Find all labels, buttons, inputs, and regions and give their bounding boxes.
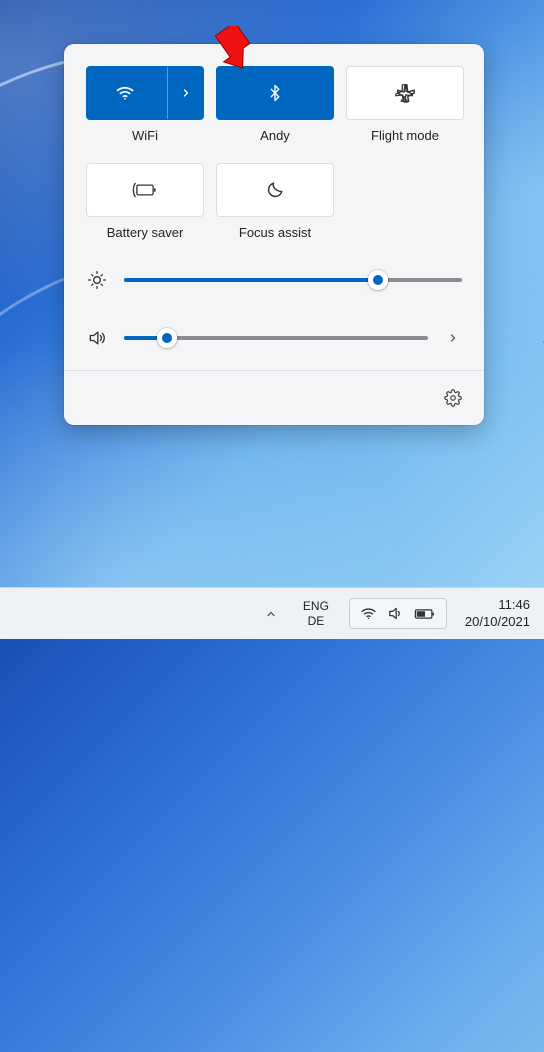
tile-row-1: WiFi Andy xyxy=(86,66,462,143)
bluetooth-tile-block: Andy xyxy=(216,66,334,143)
battery-saver-tile-block: Battery saver xyxy=(86,163,204,240)
flight-mode-tile[interactable] xyxy=(346,66,464,120)
language-primary: ENG xyxy=(303,599,329,614)
settings-button[interactable] xyxy=(436,381,470,415)
system-tray[interactable] xyxy=(349,598,447,629)
volume-expand-button[interactable] xyxy=(444,332,462,344)
bluetooth-icon xyxy=(266,82,284,104)
tray-battery-icon xyxy=(414,607,436,621)
wifi-expand-button[interactable] xyxy=(167,67,203,119)
bluetooth-tile[interactable] xyxy=(216,66,334,120)
volume-row xyxy=(86,328,462,348)
panel-footer xyxy=(64,370,484,425)
brightness-thumb[interactable] xyxy=(368,270,388,290)
focus-assist-tile-block: Focus assist xyxy=(216,163,334,240)
focus-assist-tile[interactable] xyxy=(216,163,334,217)
sliders-section xyxy=(86,270,462,348)
volume-icon xyxy=(86,328,108,348)
gear-icon xyxy=(444,389,462,407)
brightness-fill xyxy=(124,278,378,282)
tray-wifi-icon xyxy=(360,605,377,622)
flight-mode-label: Flight mode xyxy=(346,128,464,143)
wifi-tile[interactable] xyxy=(86,66,204,120)
wifi-icon xyxy=(115,83,135,103)
tray-overflow-button[interactable] xyxy=(259,602,283,626)
bluetooth-label: Andy xyxy=(216,128,334,143)
battery-saver-label: Battery saver xyxy=(86,225,204,240)
focus-assist-label: Focus assist xyxy=(216,225,334,240)
taskbar: ENG DE 11:46 20/10/2021 xyxy=(0,587,544,639)
volume-thumb[interactable] xyxy=(157,328,177,348)
taskbar-clock[interactable]: 11:46 20/10/2021 xyxy=(459,597,530,631)
language-switcher[interactable]: ENG DE xyxy=(295,595,337,633)
clock-time: 11:46 xyxy=(465,597,530,614)
language-secondary: DE xyxy=(303,614,329,629)
quick-settings-panel: WiFi Andy xyxy=(64,44,484,425)
chevron-right-icon xyxy=(180,87,192,99)
tile-row-2: Battery saver Focus assist xyxy=(86,163,462,240)
battery-saver-icon xyxy=(132,180,158,200)
brightness-icon xyxy=(86,270,108,290)
wifi-label: WiFi xyxy=(86,128,204,143)
brightness-row xyxy=(86,270,462,290)
volume-slider[interactable] xyxy=(124,336,428,340)
chevron-right-icon xyxy=(447,332,459,344)
clock-date: 20/10/2021 xyxy=(465,614,530,631)
airplane-icon xyxy=(394,82,416,104)
battery-saver-tile[interactable] xyxy=(86,163,204,217)
tray-volume-icon xyxy=(387,605,404,622)
flight-mode-tile-block: Flight mode xyxy=(346,66,464,143)
focus-assist-icon xyxy=(265,180,285,200)
brightness-slider[interactable] xyxy=(124,278,462,282)
chevron-up-icon xyxy=(265,608,277,620)
wifi-tile-block: WiFi xyxy=(86,66,204,143)
